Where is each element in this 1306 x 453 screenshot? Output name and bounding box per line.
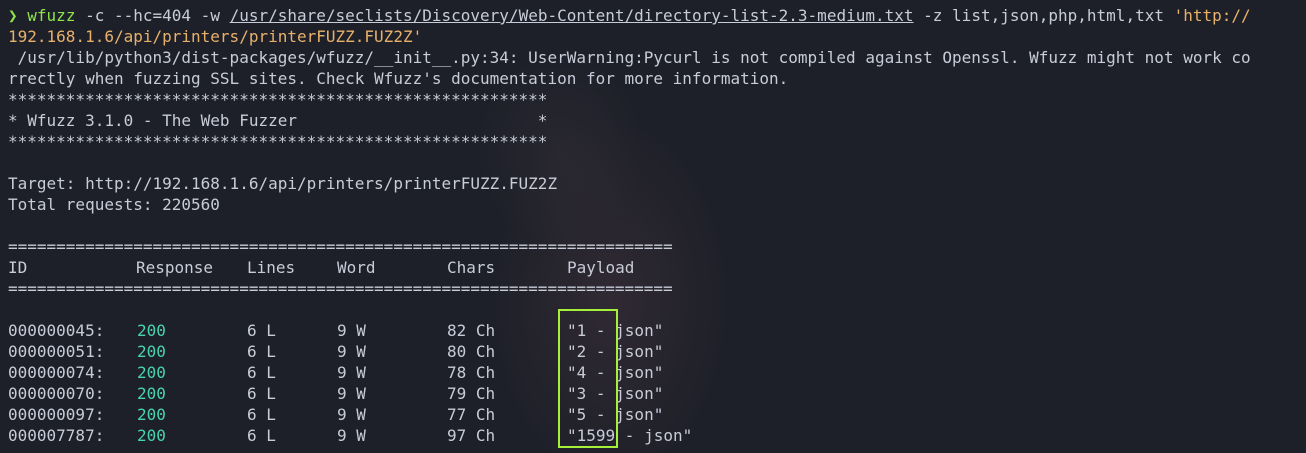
prompt-chevron-icon: ❯ — [8, 6, 18, 25]
command-args-1: -c --hc=404 -w — [75, 6, 230, 25]
header-word: Word — [337, 258, 376, 277]
row-word: 9 W — [337, 384, 366, 403]
row-chars: 79 Ch — [447, 384, 496, 403]
row-id: 000000070: — [8, 384, 105, 403]
command-line: ❯ wfuzz -c --hc=404 -w /usr/share/seclis… — [8, 5, 1251, 26]
row-id: 000000051: — [8, 342, 105, 361]
row-chars: 77 Ch — [447, 405, 496, 424]
row-word: 9 W — [337, 363, 366, 382]
command-line-wrap: 192.168.1.6/api/printers/printerFUZZ.FUZ… — [8, 26, 422, 47]
row-id: 000000097: — [8, 405, 105, 424]
row-lines: 6 L — [247, 405, 276, 424]
banner-title: * Wfuzz 3.1.0 - The Web Fuzzer * — [8, 111, 548, 130]
row-lines: 6 L — [247, 426, 276, 445]
row-word: 9 W — [337, 426, 366, 445]
table-separator-top: ========================================… — [8, 237, 673, 256]
row-id: 000000074: — [8, 363, 105, 382]
row-chars: 78 Ch — [447, 363, 496, 382]
row-lines: 6 L — [247, 363, 276, 382]
row-response: 200 — [137, 321, 166, 340]
command-url-part1: 'http:// — [1173, 6, 1251, 25]
banner-stars-top: ****************************************… — [8, 90, 548, 109]
terminal-window[interactable]: ❯ wfuzz -c --hc=404 -w /usr/share/seclis… — [0, 0, 1306, 453]
wordlist-path: /usr/share/seclists/Discovery/Web-Conten… — [229, 6, 914, 25]
row-response: 200 — [137, 384, 166, 403]
row-response: 200 — [137, 405, 166, 424]
row-word: 9 W — [337, 321, 366, 340]
row-lines: 6 L — [247, 342, 276, 361]
row-word: 9 W — [337, 342, 366, 361]
command-args-2: -z list,json,php,html,txt — [913, 6, 1174, 25]
command-url-part2: 192.168.1.6/api/printers/printerFUZZ.FUZ… — [8, 27, 423, 46]
row-id: 000000045: — [8, 321, 105, 340]
row-word: 9 W — [337, 405, 366, 424]
row-chars: 97 Ch — [447, 426, 496, 445]
row-chars: 82 Ch — [447, 321, 496, 340]
total-requests: Total requests: 220560 — [8, 195, 220, 214]
row-response: 200 — [137, 426, 166, 445]
header-lines: Lines — [247, 258, 296, 277]
row-response: 200 — [137, 363, 166, 382]
target-line: Target: http://192.168.1.6/api/printers/… — [8, 174, 558, 193]
banner-stars-bottom: ****************************************… — [8, 132, 548, 151]
header-id: ID — [8, 258, 28, 277]
row-chars: 80 Ch — [447, 342, 496, 361]
command-program: wfuzz — [27, 6, 76, 25]
row-lines: 6 L — [247, 321, 276, 340]
row-id: 000007787: — [8, 426, 105, 445]
header-payload: Payload — [567, 258, 635, 277]
warning-line-2: rrectly when fuzzing SSL sites. Check Wf… — [8, 69, 789, 88]
row-lines: 6 L — [247, 384, 276, 403]
warning-line-1: /usr/lib/python3/dist-packages/wfuzz/__i… — [8, 48, 1251, 67]
header-response: Response — [136, 258, 214, 277]
header-chars: Chars — [447, 258, 496, 277]
row-response: 200 — [137, 342, 166, 361]
table-separator-bottom: ========================================… — [8, 279, 673, 298]
payload-highlight-box — [558, 309, 618, 448]
